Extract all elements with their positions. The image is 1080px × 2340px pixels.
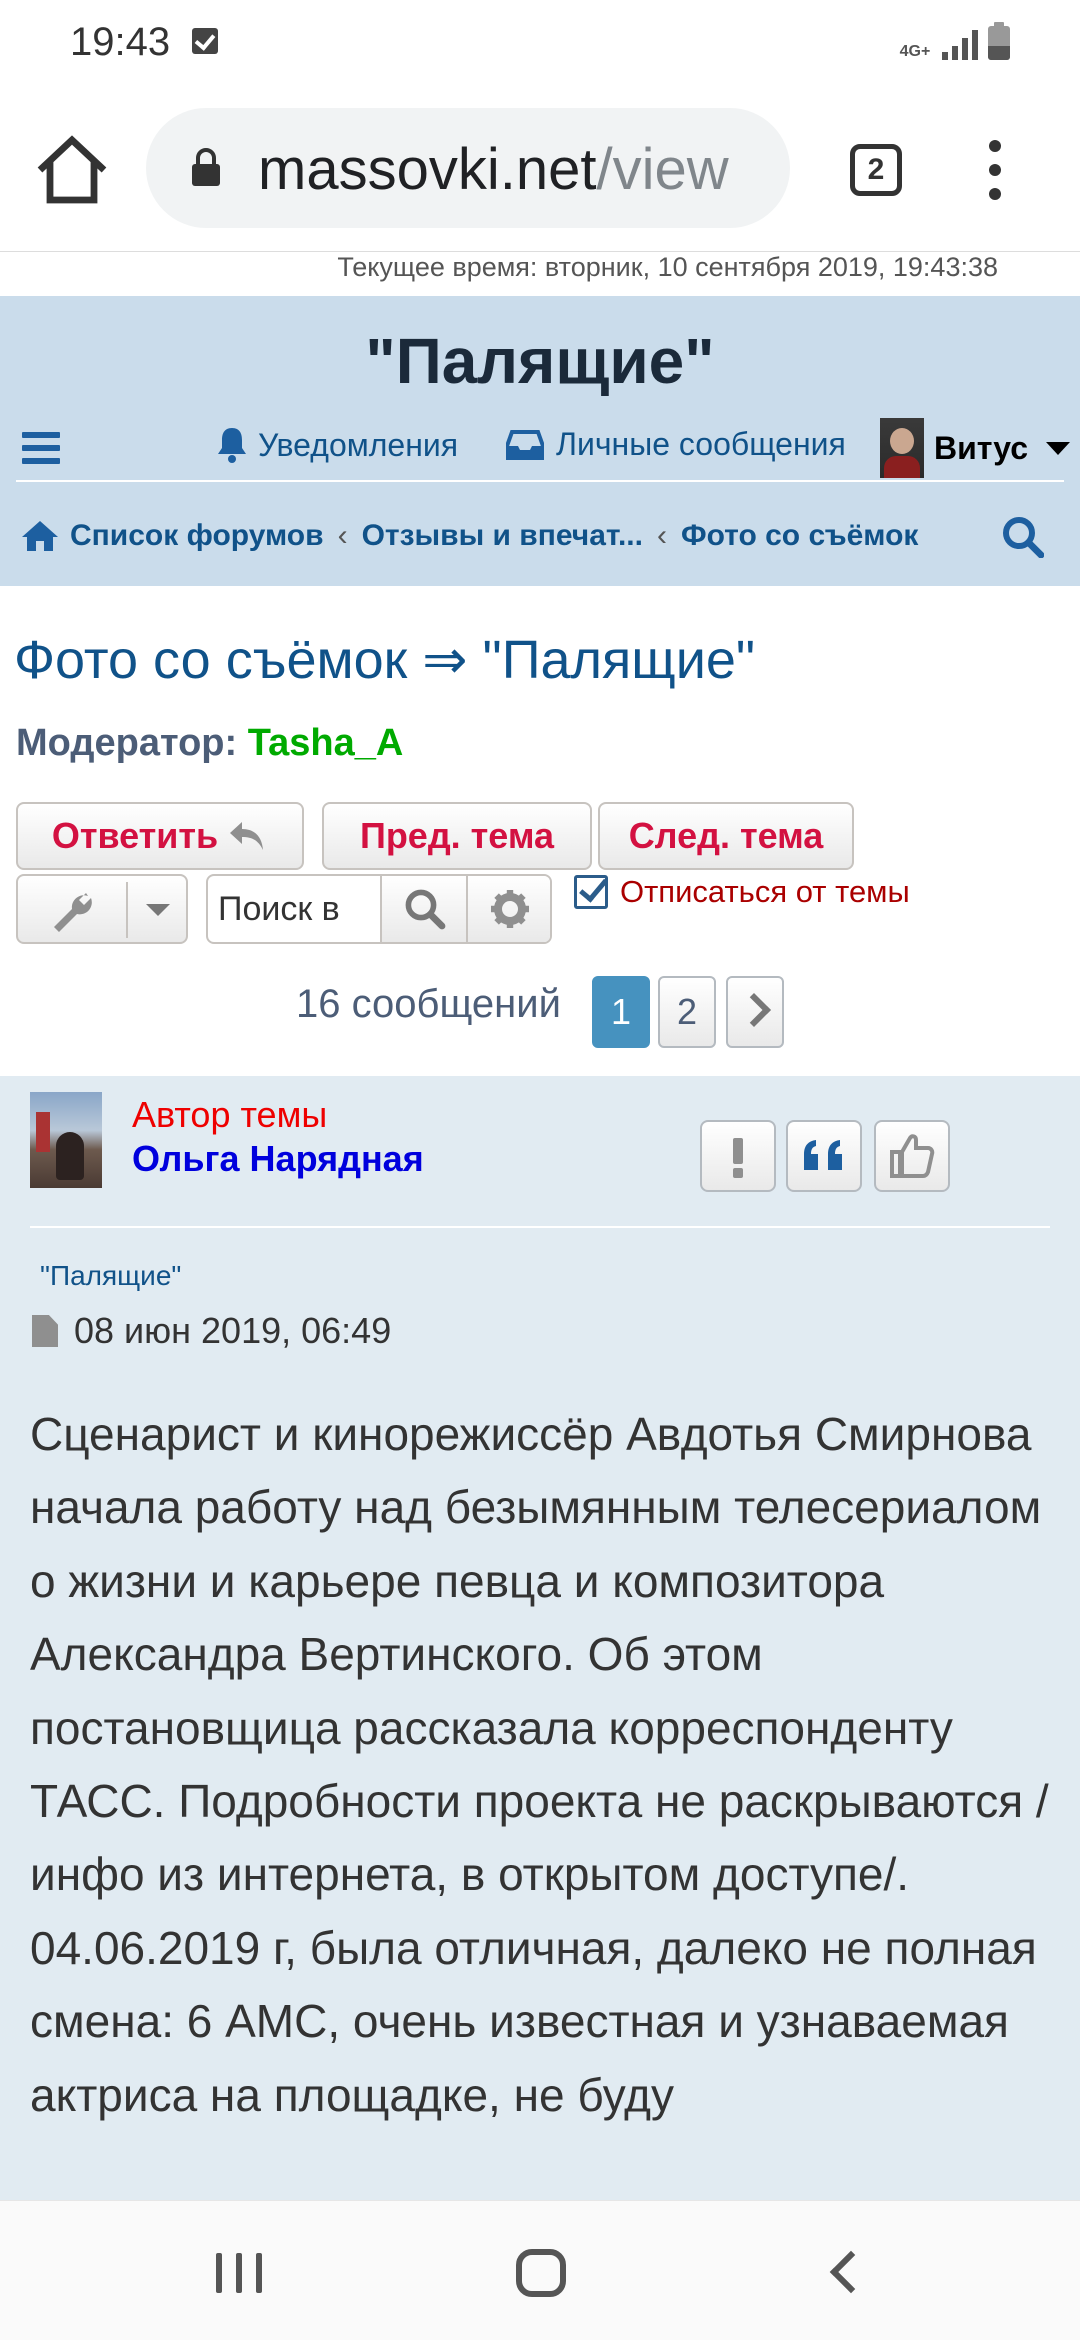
quote-button[interactable] <box>786 1120 862 1192</box>
forum-nav: Уведомления Личные сообщения Витус <box>16 418 1071 482</box>
home-nav-icon[interactable] <box>516 2249 566 2297</box>
back-icon[interactable] <box>829 2250 873 2294</box>
search-icon <box>405 889 446 930</box>
bell-icon <box>218 428 246 463</box>
chevron-down-icon <box>146 904 170 916</box>
breadcrumb: Список форумов ‹ Отзывы и впечат... ‹ Фо… <box>20 506 1060 566</box>
breadcrumb-separator: ‹ <box>337 519 348 552</box>
author-role: Автор темы <box>132 1094 328 1135</box>
like-button[interactable] <box>874 1120 950 1192</box>
forum-header: "Палящие" Уведомления Личные сообщения В… <box>0 296 1080 586</box>
notifications-label: Уведомления <box>258 426 459 463</box>
user-menu[interactable]: Витус <box>880 418 1071 478</box>
search-button[interactable] <box>380 876 466 942</box>
more-vert-icon[interactable] <box>980 140 1010 210</box>
breadcrumb-reviews[interactable]: Отзывы и впечат... <box>362 519 643 553</box>
address-bar[interactable]: massovki.net/view <box>146 108 790 228</box>
chevron-down-icon <box>1046 441 1071 455</box>
post: Автор темы Ольга Нарядная "Палящие" 08 и… <box>0 1076 1080 2200</box>
reply-arrow-icon <box>230 822 264 850</box>
reply-label: Ответить <box>51 815 219 856</box>
url-path: /view <box>596 137 729 202</box>
site-title[interactable]: "Палящие" <box>0 324 1080 398</box>
network-type: 4G+ <box>899 43 931 60</box>
moderator-line: Модератор: Tasha_A <box>16 722 403 765</box>
moderator-name[interactable]: Tasha_A <box>248 722 404 764</box>
quote-icon <box>804 1140 842 1170</box>
home-icon[interactable] <box>32 130 112 210</box>
battery-icon <box>988 22 1010 60</box>
post-subject[interactable]: "Палящие" <box>40 1260 181 1292</box>
gear-icon <box>491 890 529 928</box>
page-2-button[interactable]: 2 <box>658 976 716 1048</box>
report-button[interactable] <box>700 1120 776 1192</box>
prev-topic-button[interactable]: Пред. тема <box>322 802 592 870</box>
private-messages-label: Личные сообщения <box>556 426 846 462</box>
status-bar: 19:43 4G+ <box>0 0 1080 84</box>
post-body: Сценарист и кинорежиссёр Авдотья Смирнов… <box>30 1408 1049 2121</box>
topic-search: Поиск в <box>206 874 552 944</box>
signal-icon <box>942 28 978 60</box>
lock-icon <box>192 148 220 186</box>
checkbox-icon <box>574 875 608 909</box>
breadcrumb-photos[interactable]: Фото со съёмок <box>681 519 918 553</box>
wrench-icon <box>54 893 92 932</box>
reply-button[interactable]: Ответить <box>16 802 304 870</box>
status-time: 19:43 <box>70 20 171 64</box>
status-indicators: 4G+ <box>898 22 1010 60</box>
post-date-line: 08 июн 2019, 06:49 <box>32 1310 391 1352</box>
unsubscribe-label: Отписаться от темы <box>620 874 910 909</box>
browser-toolbar: massovki.net/view 2 <box>0 84 1080 252</box>
advanced-search-button[interactable] <box>466 876 550 942</box>
post-date: 08 июн 2019, 06:49 <box>74 1310 392 1351</box>
user-avatar <box>880 418 924 478</box>
exclamation-icon <box>733 1138 743 1178</box>
notifications-link[interactable]: Уведомления <box>216 426 458 464</box>
next-page-button[interactable] <box>726 976 784 1048</box>
hamburger-menu-icon[interactable] <box>22 432 60 466</box>
private-messages-link[interactable]: Личные сообщения <box>506 426 846 463</box>
url-text: massovki.net/view <box>258 136 729 203</box>
system-nav-bar <box>0 2200 1080 2340</box>
author-avatar[interactable] <box>30 1092 102 1188</box>
url-host: massovki.net <box>258 137 597 202</box>
home-icon <box>22 521 58 551</box>
search-icon[interactable] <box>1002 516 1044 558</box>
current-time-bar: Текущее время: вторник, 10 сентября 2019… <box>0 252 1080 296</box>
divider <box>30 1226 1050 1228</box>
breadcrumb-separator: ‹ <box>656 519 667 552</box>
topic-title[interactable]: Фото со съёмок ⇒ "Палящие" <box>14 628 755 691</box>
search-input[interactable]: Поиск в <box>218 890 340 929</box>
message-count: 16 сообщений <box>296 982 561 1026</box>
checkbox-notification-icon <box>192 28 218 54</box>
pagination: 16 сообщений 1 2 <box>0 974 1080 1048</box>
user-name: Витус <box>934 429 1029 466</box>
tab-switcher-button[interactable]: 2 <box>850 144 902 196</box>
recent-apps-icon[interactable] <box>216 2253 262 2293</box>
moderator-label: Модератор: <box>16 722 238 764</box>
thumbs-up-icon <box>890 1134 935 1178</box>
current-time-text: Текущее время: вторник, 10 сентября 2019… <box>337 252 998 282</box>
document-icon[interactable] <box>32 1315 58 1347</box>
breadcrumb-forum-list[interactable]: Список форумов <box>70 519 324 553</box>
next-topic-button[interactable]: След. тема <box>598 802 854 870</box>
inbox-icon <box>506 429 544 460</box>
unsubscribe-link[interactable]: Отписаться от темы <box>574 874 910 910</box>
topic-tools-dropdown[interactable] <box>16 874 188 944</box>
page-1-button[interactable]: 1 <box>592 976 650 1048</box>
author-name[interactable]: Ольга Нарядная <box>132 1138 424 1180</box>
